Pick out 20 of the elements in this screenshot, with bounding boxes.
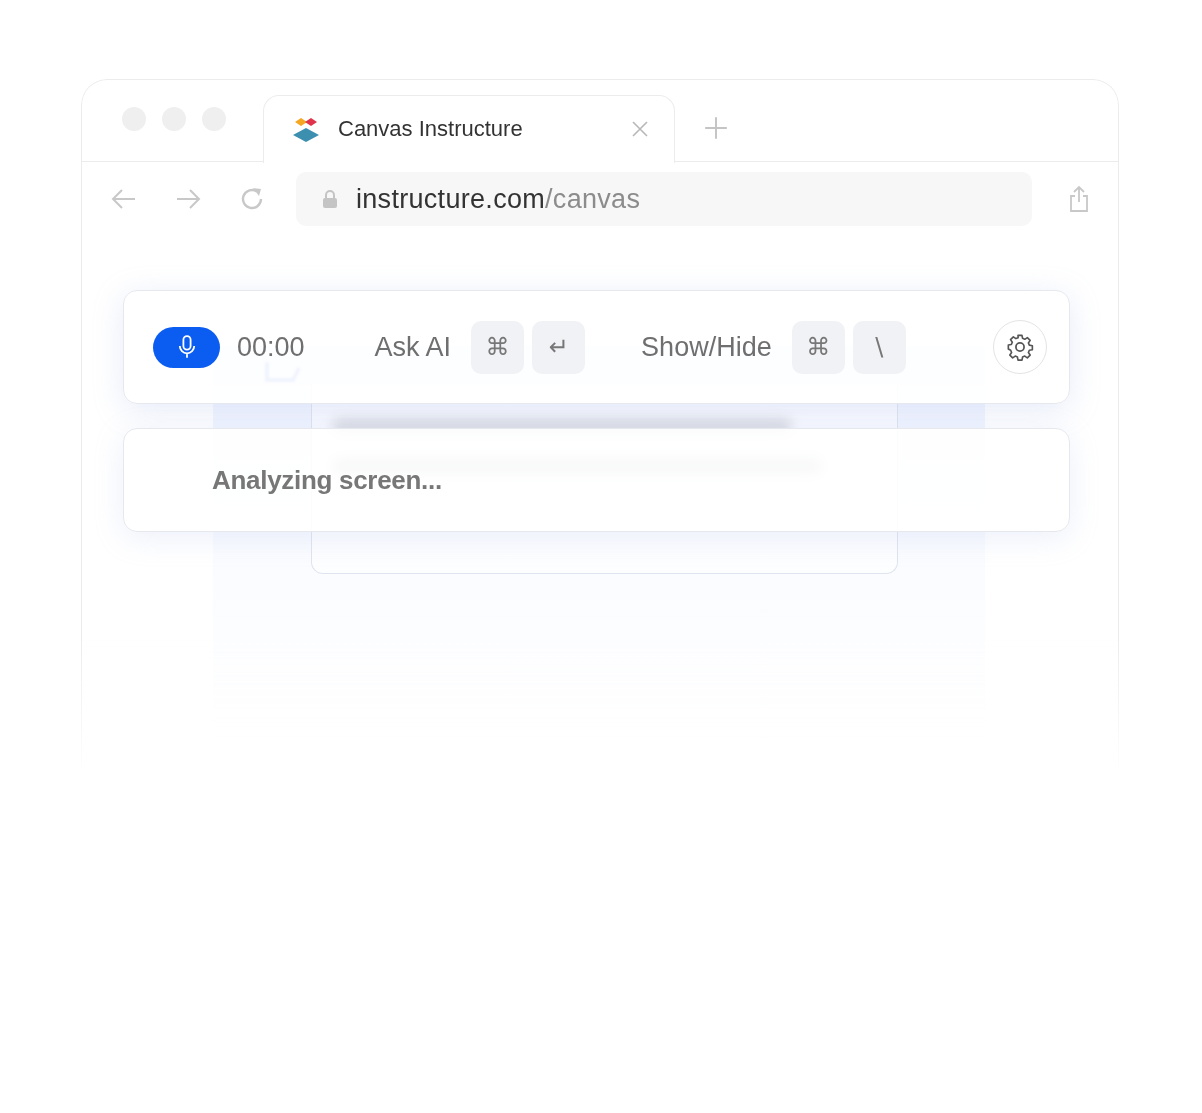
shortcut-label: Ask AI [374, 331, 452, 363]
new-tab-icon[interactable] [703, 115, 729, 141]
close-icon[interactable] [630, 119, 650, 139]
settings-button[interactable] [993, 320, 1047, 374]
microphone-button[interactable] [153, 326, 220, 368]
microphone-icon [177, 334, 196, 360]
settings-icon [1006, 333, 1034, 361]
timer-text: 00:00 [237, 331, 305, 363]
keyboard-key: \ [852, 320, 906, 374]
browser-tab[interactable]: Canvas Instructure [263, 94, 675, 163]
lock-icon [322, 189, 338, 209]
keyboard-key: ↵ [532, 320, 586, 374]
keyboard-key: ⌘ [471, 320, 525, 374]
url-text: instructure.com/canvas [356, 183, 641, 215]
shortcut-label: Show/Hide [641, 331, 772, 363]
address-bar[interactable]: instructure.com/canvas [296, 172, 1032, 226]
keyboard-key: ⌘ [791, 320, 845, 374]
status-text: Analyzing screen... [212, 464, 442, 496]
share-icon[interactable] [1068, 185, 1090, 213]
tab-title: Canvas Instructure [338, 116, 524, 142]
